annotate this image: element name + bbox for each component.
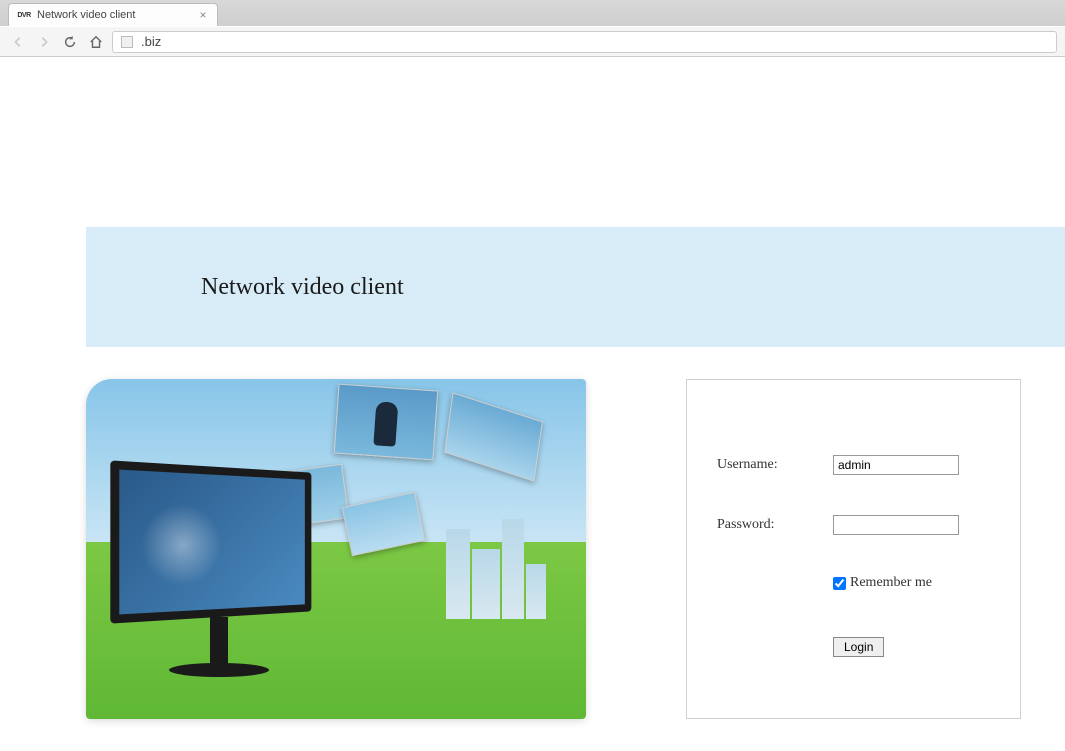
forward-button[interactable] [34, 32, 54, 52]
home-button[interactable] [86, 32, 106, 52]
page-icon [121, 36, 133, 48]
url-text: .biz [141, 34, 161, 49]
tab-bar: DVR Network video client × [0, 0, 1065, 26]
username-label: Username: [717, 457, 833, 473]
tab-favicon: DVR [17, 10, 31, 20]
login-button[interactable]: Login [833, 637, 884, 657]
decorative-monitor [114, 467, 324, 707]
login-panel: Username: Password: Remember me Login [686, 379, 1021, 719]
hero-image [86, 379, 586, 719]
password-input[interactable] [833, 515, 959, 535]
decorative-photo [342, 492, 426, 557]
decorative-photo [334, 384, 439, 461]
remember-label: Remember me [850, 575, 932, 591]
browser-chrome: DVR Network video client × .biz [0, 0, 1065, 57]
main-row: Username: Password: Remember me Login [86, 379, 1065, 719]
decorative-buildings [446, 509, 566, 619]
reload-button[interactable] [60, 32, 80, 52]
remember-checkbox[interactable] [833, 577, 846, 590]
username-input[interactable] [833, 455, 959, 475]
banner: Network video client [86, 227, 1065, 347]
page-content: Network video client Username: Password [0, 57, 1065, 719]
tab-title: Network video client [37, 9, 197, 21]
close-icon[interactable]: × [197, 9, 209, 21]
remember-row: Remember me [833, 575, 990, 591]
back-button[interactable] [8, 32, 28, 52]
url-bar[interactable]: .biz [112, 31, 1057, 53]
password-label: Password: [717, 517, 833, 533]
password-row: Password: [717, 515, 990, 535]
browser-toolbar: .biz [0, 26, 1065, 56]
decorative-photo [444, 392, 543, 482]
browser-tab[interactable]: DVR Network video client × [8, 3, 218, 26]
page-title: Network video client [201, 274, 404, 301]
username-row: Username: [717, 455, 990, 475]
